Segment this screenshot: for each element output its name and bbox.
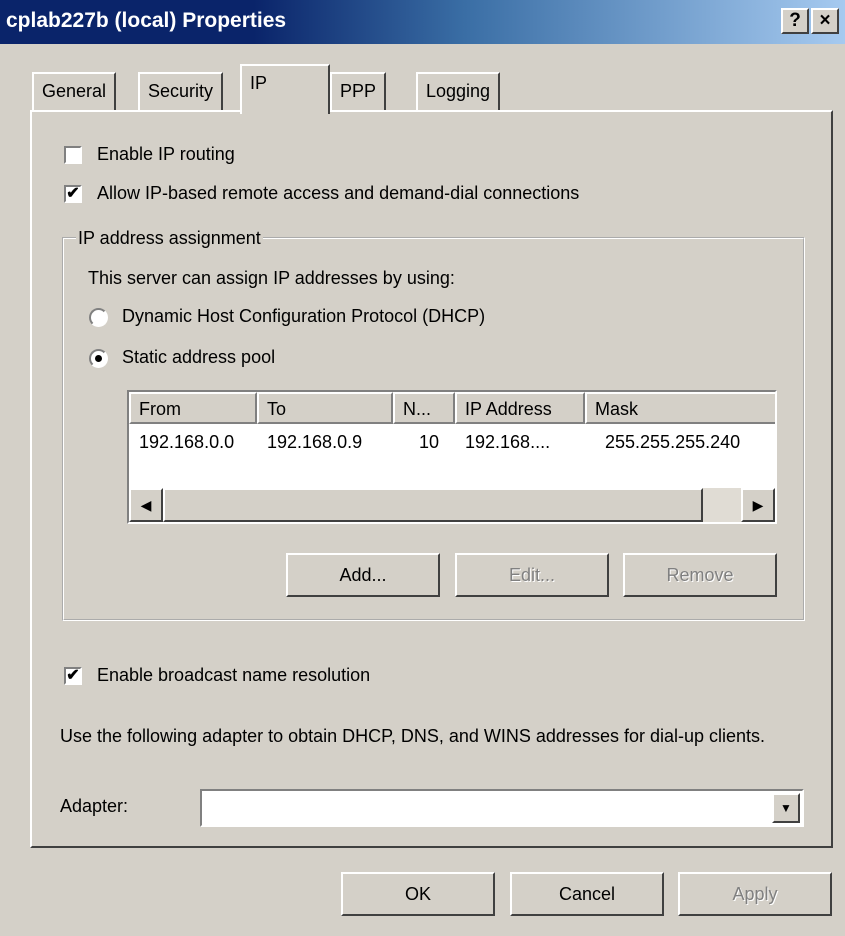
adapter-select[interactable]: ▼: [200, 789, 804, 827]
cell-n: 10: [419, 432, 440, 452]
adapter-dropdown-button[interactable]: ▼: [772, 793, 800, 823]
static-pool-list[interactable]: From To N... IP Address Mask 192.168.0.0…: [127, 390, 777, 524]
ip-assignment-group-title: IP address assignment: [76, 228, 263, 249]
tab-general[interactable]: General: [32, 72, 117, 110]
cell-ip-address: 192.168....: [465, 432, 551, 452]
cell-mask: 255.255.255.240: [605, 432, 741, 452]
allow-ip-remote-label: Allow IP-based remote access and demand-…: [97, 183, 580, 203]
ok-button[interactable]: OK: [341, 872, 495, 916]
close-icon: ×: [819, 10, 831, 31]
radio-dot-icon: [95, 355, 102, 362]
remove-button[interactable]: Remove: [623, 553, 777, 597]
tab-ppp[interactable]: PPP: [330, 72, 387, 110]
scroll-thumb[interactable]: [163, 488, 703, 522]
tab-security[interactable]: Security: [138, 72, 224, 110]
scroll-right-button[interactable]: ▶: [741, 488, 775, 522]
enable-ip-routing-label: Enable IP routing: [97, 144, 235, 164]
help-button[interactable]: ?: [781, 8, 809, 34]
table-row[interactable]: 192.168.0.0 192.168.0.9 10 192.168.... 2…: [129, 424, 775, 464]
apply-button[interactable]: Apply: [678, 872, 832, 916]
tab-logging[interactable]: Logging: [416, 72, 501, 110]
chevron-down-icon: ▼: [780, 801, 792, 815]
assign-intro-text: This server can assign IP addresses by u…: [88, 268, 455, 288]
broadcast-label: Enable broadcast name resolution: [97, 665, 371, 685]
adapter-note: Use the following adapter to obtain DHCP…: [60, 726, 766, 746]
enable-ip-routing-checkbox[interactable]: [64, 146, 82, 164]
column-header-mask[interactable]: Mask: [585, 392, 775, 424]
static-pool-label: Static address pool: [122, 347, 276, 367]
close-button[interactable]: ×: [811, 8, 839, 34]
arrow-left-icon: ◀: [140, 497, 152, 513]
static-pool-radio[interactable]: [89, 349, 108, 368]
broadcast-checkbox[interactable]: ✔: [64, 667, 82, 685]
horizontal-scrollbar[interactable]: ◀ ▶: [129, 488, 775, 522]
adapter-label: Adapter:: [60, 796, 129, 816]
dhcp-label: Dynamic Host Configuration Protocol (DHC…: [122, 306, 486, 326]
arrow-right-icon: ▶: [752, 497, 764, 513]
add-button[interactable]: Add...: [286, 553, 440, 597]
column-header-from[interactable]: From: [129, 392, 257, 424]
check-icon: ✔: [66, 185, 80, 202]
column-header-n[interactable]: N...: [393, 392, 455, 424]
edit-button[interactable]: Edit...: [455, 553, 609, 597]
scroll-left-button[interactable]: ◀: [129, 488, 163, 522]
dhcp-radio[interactable]: [89, 308, 108, 327]
window-title: cplab227b (local) Properties: [6, 9, 287, 32]
tab-ip[interactable]: IP: [240, 64, 330, 114]
cancel-button[interactable]: Cancel: [510, 872, 664, 916]
column-header-to[interactable]: To: [257, 392, 393, 424]
cell-to: 192.168.0.9: [267, 432, 363, 452]
allow-ip-remote-checkbox[interactable]: ✔: [64, 185, 82, 203]
check-icon: ✔: [66, 667, 80, 684]
title-bar[interactable]: cplab227b (local) Properties ? ×: [0, 0, 845, 44]
column-header-ip-address[interactable]: IP Address: [455, 392, 585, 424]
cell-from: 192.168.0.0: [139, 432, 235, 452]
